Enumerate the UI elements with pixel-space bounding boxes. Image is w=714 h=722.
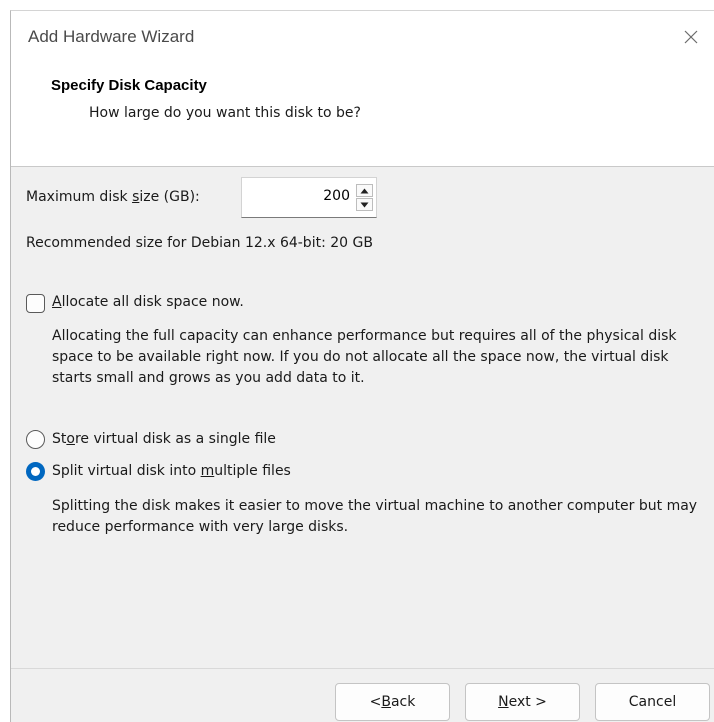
multiple-files-label[interactable]: Split virtual disk into multiple files <box>52 463 291 479</box>
spin-buttons <box>356 184 373 211</box>
disk-size-value[interactable]: 200 <box>323 188 350 204</box>
disk-size-spinbox[interactable]: 200 <box>241 177 377 218</box>
spin-down-icon <box>360 202 369 207</box>
screen: Add Hardware Wizard Specify Disk Capacit… <box>0 0 714 722</box>
cancel-button[interactable]: Cancel <box>595 683 710 721</box>
close-icon <box>684 30 698 43</box>
page-title: Specify Disk Capacity <box>51 77 207 94</box>
spin-up-button[interactable] <box>356 184 373 197</box>
allocate-all-checkbox[interactable] <box>26 294 45 313</box>
spin-up-icon <box>360 188 369 193</box>
recommended-size-text: Recommended size for Debian 12.x 64-bit:… <box>26 235 373 251</box>
wizard-header: Specify Disk Capacity How large do you w… <box>11 62 714 167</box>
allocate-all-label[interactable]: Allocate all disk space now. <box>52 294 244 310</box>
close-button[interactable] <box>668 11 714 62</box>
next-button[interactable]: Next > <box>465 683 580 721</box>
disk-size-label: Maximum disk size (GB): <box>26 189 200 205</box>
split-description: Splitting the disk makes it easier to mo… <box>52 498 698 535</box>
wizard-content: Maximum disk size (GB): 200 Recommended … <box>11 167 714 667</box>
button-bar: < Back Next > Cancel <box>11 668 714 722</box>
window-title: Add Hardware Wizard <box>28 27 195 46</box>
wizard-dialog: Add Hardware Wizard Specify Disk Capacit… <box>10 10 714 722</box>
allocate-description: Allocating the full capacity can enhance… <box>52 328 677 386</box>
spin-down-button[interactable] <box>356 198 373 211</box>
single-file-radio[interactable] <box>26 430 45 449</box>
multiple-files-radio[interactable] <box>26 462 45 481</box>
back-button[interactable]: < Back <box>335 683 450 721</box>
page-subtitle: How large do you want this disk to be? <box>89 105 361 121</box>
title-bar: Add Hardware Wizard <box>11 11 714 62</box>
single-file-label[interactable]: Store virtual disk as a single file <box>52 431 276 447</box>
